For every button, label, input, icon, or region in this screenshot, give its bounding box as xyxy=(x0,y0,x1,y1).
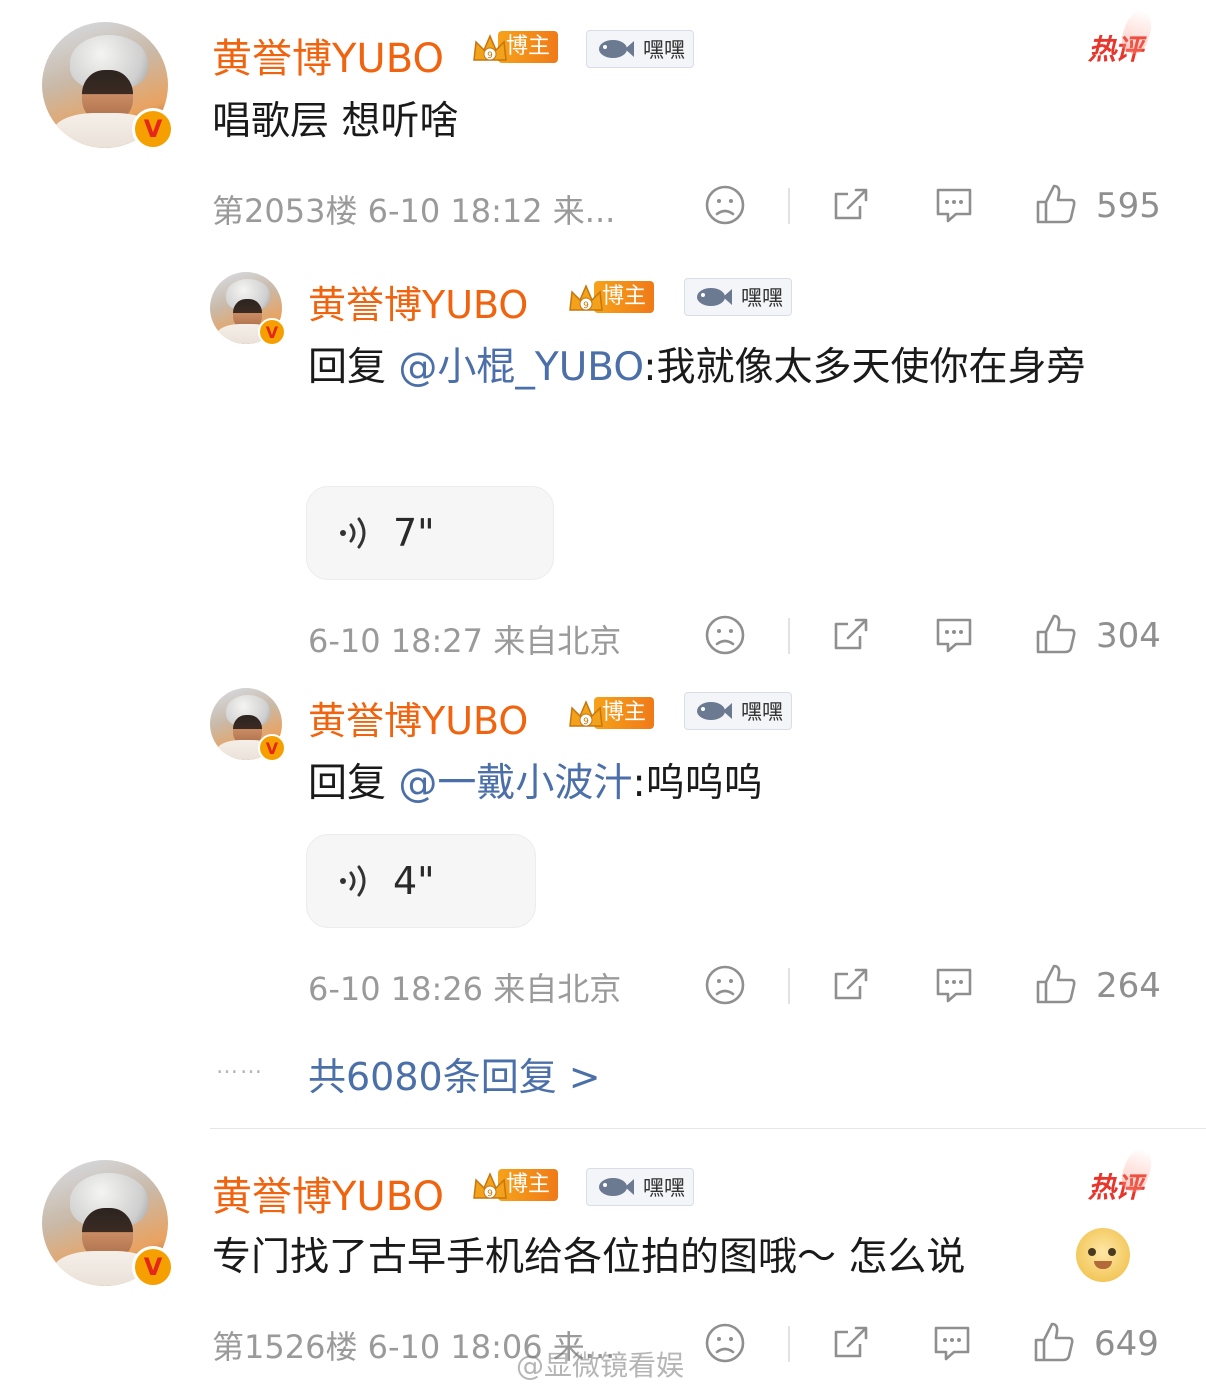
dislike-face-icon xyxy=(705,185,745,225)
like-button[interactable] xyxy=(1032,1320,1076,1364)
thumbs-up-icon xyxy=(1036,184,1076,224)
reply-meta: 6-10 18:27 来自北京 xyxy=(308,622,622,660)
username[interactable]: 黄誉博YUBO xyxy=(212,26,444,84)
share-button[interactable] xyxy=(830,1322,872,1364)
crown-icon: 9 xyxy=(566,280,603,314)
verified-v-icon: V xyxy=(258,318,286,346)
like-button[interactable] xyxy=(1034,612,1078,656)
comment-button[interactable] xyxy=(932,184,976,226)
username[interactable]: 黄誉博YUBO xyxy=(308,274,528,329)
fan-badge: 嘿嘿 xyxy=(586,1168,694,1206)
blogger-badge: 9 博主 xyxy=(470,30,559,64)
dislike-button[interactable] xyxy=(704,964,746,1006)
watermark: @显微镜看娱 xyxy=(516,1349,685,1382)
username[interactable]: 黄誉博YUBO xyxy=(212,1164,444,1222)
crown-icon: 9 xyxy=(470,30,507,64)
like-button[interactable] xyxy=(1034,182,1078,226)
doge-emoji xyxy=(1076,1228,1130,1282)
like-count: 649 xyxy=(1094,1324,1159,1364)
thumbs-up-icon xyxy=(1036,964,1076,1004)
more-dots: …… xyxy=(216,1054,264,1079)
share-icon xyxy=(834,618,868,650)
svg-text:9: 9 xyxy=(583,717,589,727)
comment-text: 专门找了古早手机给各位拍的图哦～ 怎么说 xyxy=(212,1235,966,1280)
fish-icon xyxy=(595,1176,635,1198)
share-button[interactable] xyxy=(830,184,872,226)
voice-wave-icon xyxy=(340,517,366,549)
fish-icon xyxy=(693,286,733,308)
view-all-replies-link[interactable]: 共6080条回复 > xyxy=(308,1046,601,1101)
dislike-button[interactable] xyxy=(704,184,746,226)
svg-text:9: 9 xyxy=(487,1189,493,1199)
hot-comment-badge: 热评 xyxy=(1088,1145,1157,1206)
dislike-button[interactable] xyxy=(704,614,746,656)
fish-icon xyxy=(595,38,635,60)
dislike-face-icon xyxy=(705,965,745,1005)
verified-v-icon: V xyxy=(132,108,174,150)
fish-icon xyxy=(693,700,733,722)
like-count: 304 xyxy=(1096,616,1161,656)
avatar[interactable]: V xyxy=(210,688,286,762)
share-button[interactable] xyxy=(830,964,872,1006)
comment-icon xyxy=(936,188,972,223)
avatar[interactable]: V xyxy=(42,1160,174,1288)
reply-meta: 6-10 18:26 来自北京 xyxy=(308,970,622,1008)
comment-meta: 第2053楼 6-10 18:12 来... xyxy=(212,192,616,230)
verified-v-icon: V xyxy=(132,1246,174,1288)
share-icon xyxy=(834,968,868,1000)
comment-icon xyxy=(934,1326,970,1361)
svg-text:9: 9 xyxy=(487,51,493,61)
comment-button[interactable] xyxy=(930,1322,974,1364)
dislike-button[interactable] xyxy=(704,1322,746,1364)
share-button[interactable] xyxy=(830,614,872,656)
username[interactable]: 黄誉博YUBO xyxy=(308,690,528,745)
crown-icon: 9 xyxy=(470,1168,507,1202)
fan-badge: 嘿嘿 xyxy=(684,278,792,316)
blogger-badge: 9 博主 xyxy=(566,280,655,314)
blogger-badge: 9 博主 xyxy=(470,1168,559,1202)
divider xyxy=(788,618,790,654)
comment-button[interactable] xyxy=(932,614,976,656)
svg-text:9: 9 xyxy=(583,301,589,311)
voice-message[interactable]: 7" xyxy=(306,486,554,580)
dislike-face-icon xyxy=(705,1323,745,1363)
comment-icon xyxy=(936,618,972,653)
avatar[interactable]: V xyxy=(210,272,286,346)
comment-text: 唱歌层 想听啥 xyxy=(212,99,459,144)
like-button[interactable] xyxy=(1034,962,1078,1006)
mention-link[interactable]: @一戴小波汁 xyxy=(398,761,632,806)
like-count: 595 xyxy=(1096,186,1161,226)
blogger-badge: 9 博主 xyxy=(566,696,655,730)
comment-icon xyxy=(936,968,972,1003)
fan-badge: 嘿嘿 xyxy=(586,30,694,68)
voice-wave-icon xyxy=(340,865,366,897)
reply-text: 回复 @小棍_YUBO:我就像太多天使你在身旁 xyxy=(308,345,1086,390)
hot-comment-badge: 热评 xyxy=(1088,7,1157,68)
mention-link[interactable]: @小棍_YUBO xyxy=(398,345,643,390)
thumbs-up-icon xyxy=(1036,614,1076,654)
divider xyxy=(788,188,790,224)
like-count: 264 xyxy=(1096,966,1161,1006)
comment-divider xyxy=(210,1128,1206,1129)
verified-v-icon: V xyxy=(258,734,286,762)
voice-message[interactable]: 4" xyxy=(306,834,536,928)
thumbs-up-icon xyxy=(1034,1322,1074,1362)
share-icon xyxy=(834,188,868,220)
reply-text: 回复 @一戴小波汁:呜呜呜 xyxy=(308,761,763,806)
crown-icon: 9 xyxy=(566,696,603,730)
comment-button[interactable] xyxy=(932,964,976,1006)
share-icon xyxy=(834,1326,868,1358)
divider xyxy=(788,968,790,1004)
divider xyxy=(788,1326,790,1362)
dislike-face-icon xyxy=(705,615,745,655)
avatar[interactable]: V xyxy=(42,22,174,150)
fan-badge: 嘿嘿 xyxy=(684,692,792,730)
